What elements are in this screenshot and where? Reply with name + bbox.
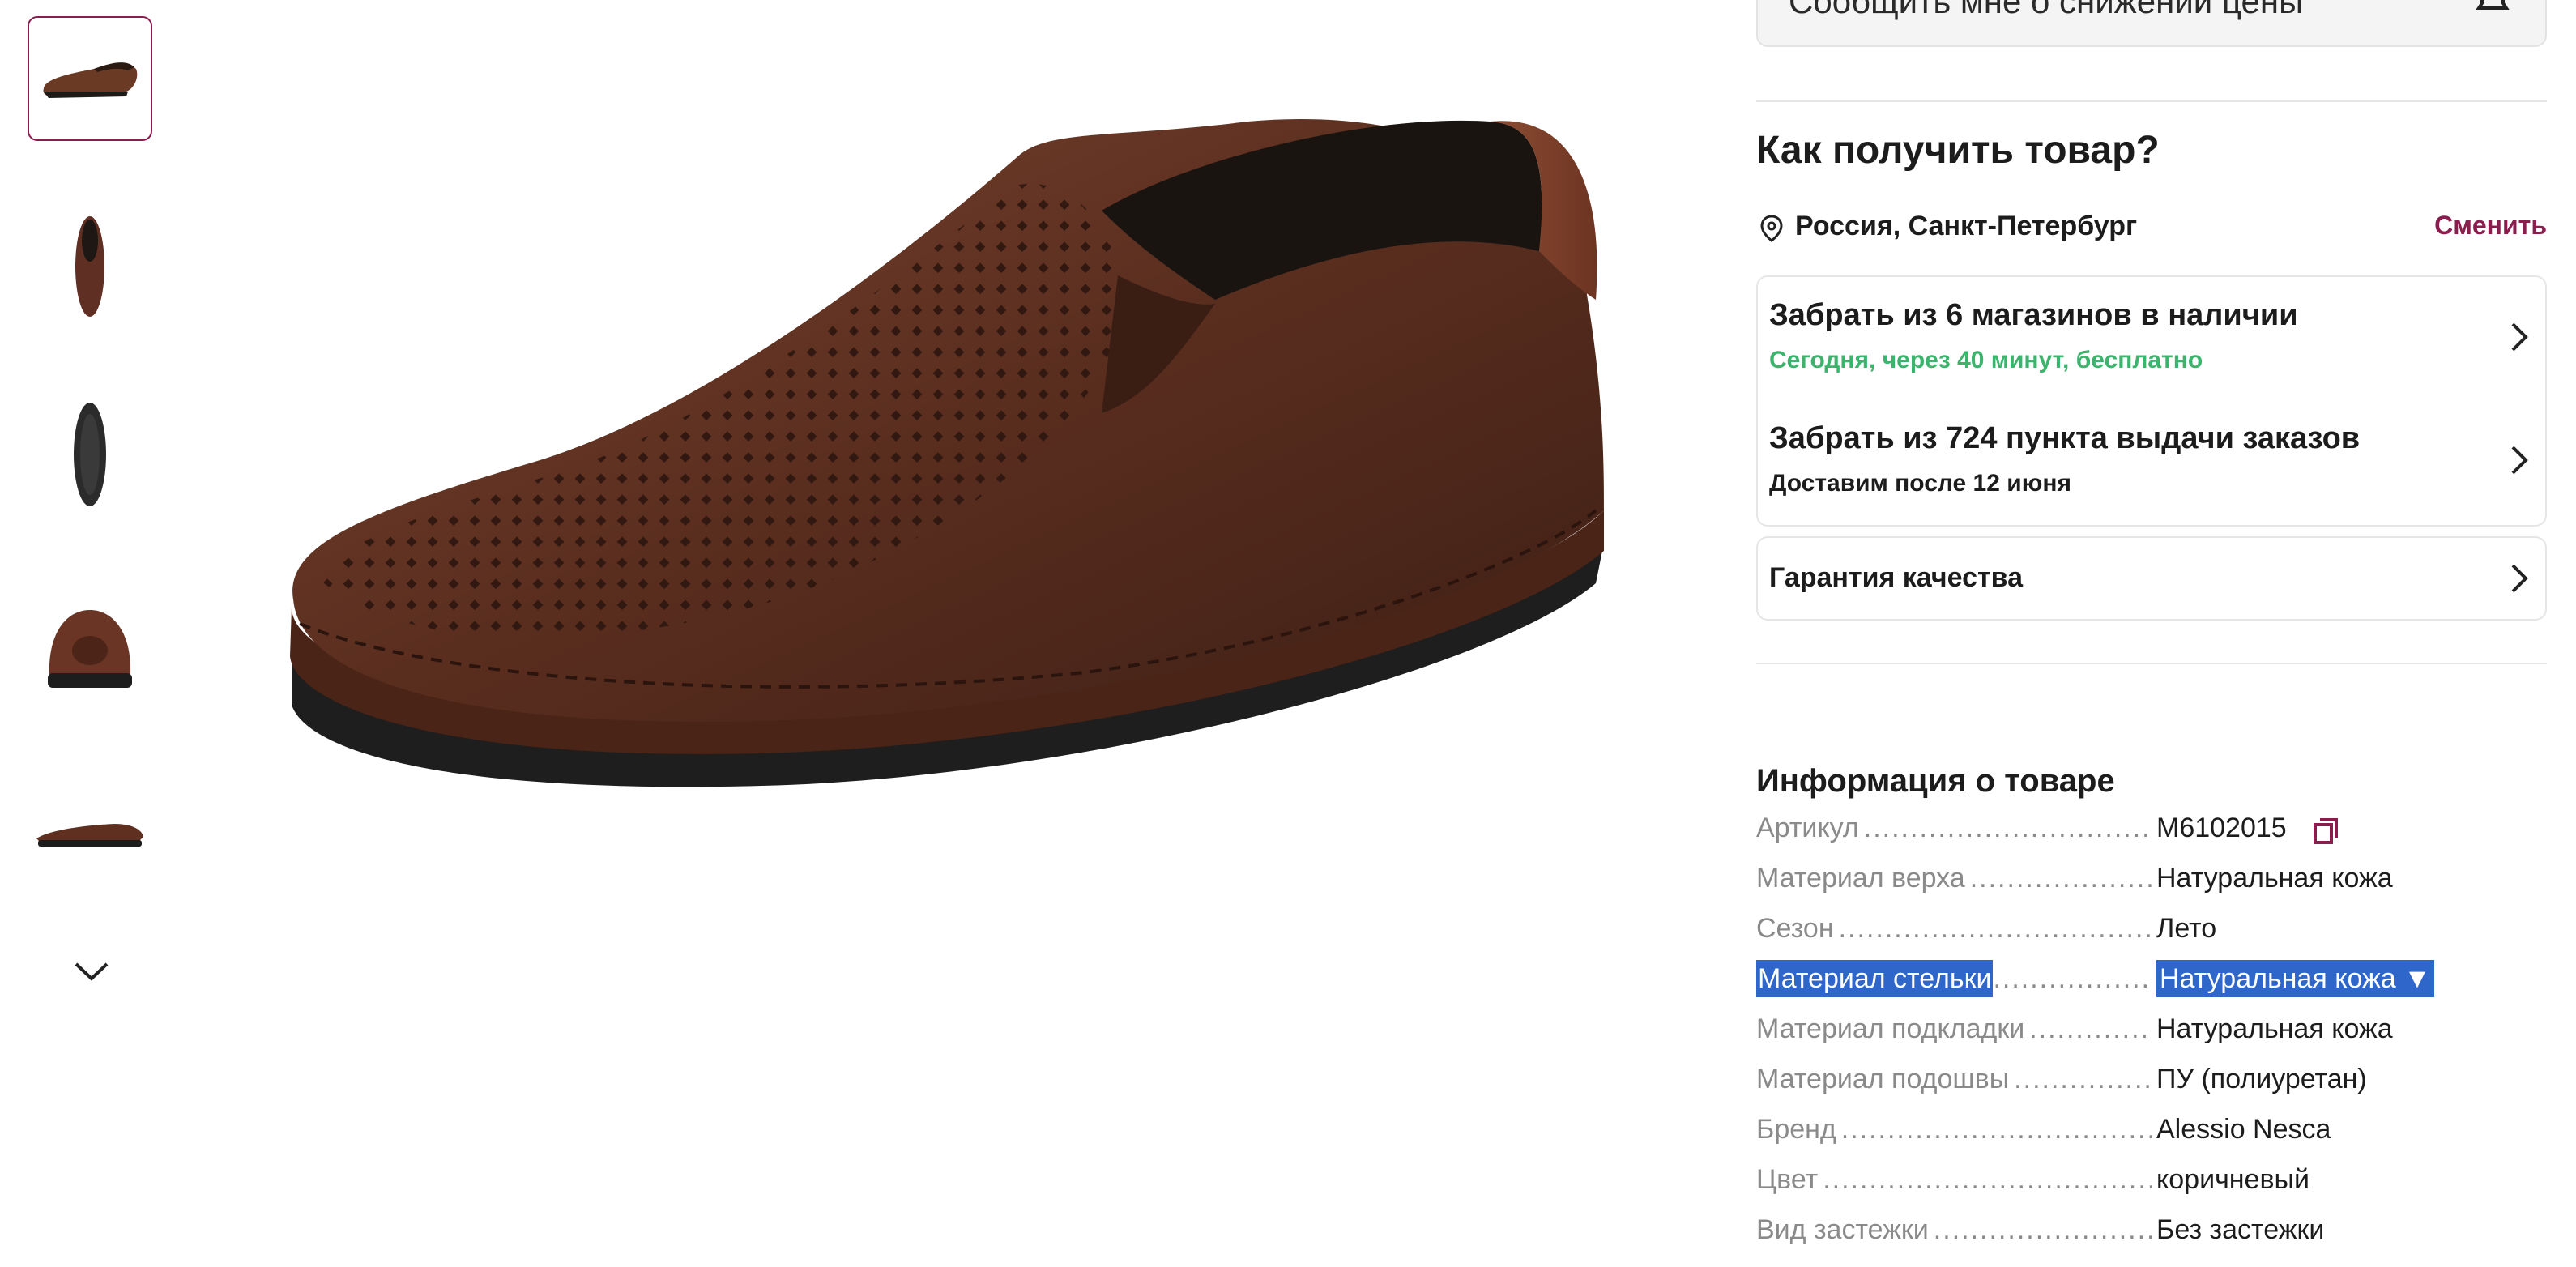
pickup-stores-title: Забрать из 6 магазинов в наличии (1769, 298, 2298, 332)
quality-guarantee-label: Гарантия качества (1769, 562, 2023, 593)
spec-key: Артикул.................................… (1756, 813, 2152, 843)
bell-icon (2476, 0, 2510, 10)
spec-row-color: Цвет....................................… (1756, 1155, 2547, 1204)
spec-row-brand: Бренд...................................… (1756, 1105, 2547, 1154)
thumbnail-1[interactable] (28, 16, 152, 141)
spec-row-article: Артикул.................................… (1756, 804, 2547, 852)
pickup-stores-subtitle: Сегодня, через 40 минут, бесплатно (1769, 347, 2203, 373)
product-info-heading: Информация о товаре (1756, 763, 2115, 799)
spec-row-season: Сезон...................................… (1756, 904, 2547, 953)
divider (1756, 663, 2547, 664)
spec-key: Материал стельки........................… (1756, 954, 2152, 1003)
spec-value: Без застежки (2156, 1214, 2325, 1245)
chevron-down-icon (75, 962, 109, 981)
spec-key: Материал подкладки......................… (1756, 1013, 2152, 1044)
notify-price-drop-label: Сообщить мне о снижении цены (1789, 0, 2304, 20)
spec-value: Натуральная кожа ▼ (2156, 954, 2434, 1003)
spec-value: Alessio Nesca (2156, 1114, 2331, 1145)
spec-value: Лето (2156, 913, 2217, 944)
spec-key: Материал подошвы........................… (1756, 1064, 2152, 1094)
quality-guarantee-card[interactable]: Гарантия качества (1756, 536, 2547, 621)
spec-row-sole-material: Материал подошвы........................… (1756, 1055, 2547, 1103)
spec-key: Вид застежки............................… (1756, 1214, 2152, 1245)
spec-row-fastening: Вид застежки............................… (1756, 1205, 2547, 1254)
thumbnails-scroll-down[interactable] (63, 949, 120, 998)
chevron-right-icon (2511, 446, 2528, 475)
shoe-side-thumbnail-image (43, 62, 138, 98)
divider (1756, 100, 2547, 102)
spec-value: Натуральная кожа (2156, 1013, 2393, 1044)
pickup-points-option[interactable]: Забрать из 724 пункта выдачи заказов Дос… (1758, 400, 2545, 522)
spec-key: Цвет....................................… (1756, 1164, 2152, 1195)
spec-value: Натуральная кожа (2156, 863, 2393, 894)
spec-row-insole-material: Материал стельки........................… (1756, 954, 2547, 1003)
spec-value: M6102015 (2156, 813, 2287, 843)
spec-key: Материал верха..........................… (1756, 863, 2152, 894)
delivery-heading: Как получить товар? (1756, 129, 2160, 172)
spec-key: Сезон...................................… (1756, 913, 2152, 944)
pickup-points-title: Забрать из 724 пункта выдачи заказов (1769, 421, 2361, 455)
thumbnail-2[interactable] (28, 204, 152, 329)
spec-key: Бренд...................................… (1756, 1114, 2152, 1145)
notify-price-drop-button[interactable]: Сообщить мне о снижении цены (1756, 0, 2547, 47)
spec-value: коричневый (2156, 1164, 2309, 1195)
location-text: Россия, Санкт-Петербург (1795, 211, 2138, 241)
shoe-sole-thumbnail-image (74, 403, 106, 506)
spec-row-upper-material: Материал верха..........................… (1756, 854, 2547, 902)
pickup-points-subtitle: Доставим после 12 июня (1769, 470, 2071, 497)
shoe-main-image (290, 118, 1605, 787)
shoe-profile-thumbnail-image (36, 824, 143, 847)
main-product-image[interactable] (275, 89, 1644, 818)
chevron-right-icon (2511, 322, 2528, 352)
location-pin-icon (1760, 215, 1783, 242)
chevron-right-icon (2511, 564, 2528, 593)
copy-icon[interactable] (2310, 815, 2343, 847)
thumbnail-3[interactable] (28, 392, 152, 517)
pickup-stores-option[interactable]: Забрать из 6 магазинов в наличии Сегодня… (1758, 277, 2545, 399)
delivery-options-card: Забрать из 6 магазинов в наличии Сегодня… (1756, 275, 2547, 527)
shoe-top-thumbnail-image (75, 216, 104, 317)
spec-value: ПУ (полиуретан) (2156, 1064, 2367, 1094)
change-location-link[interactable]: Сменить (2434, 211, 2547, 241)
spec-row-lining-material: Материал подкладки......................… (1756, 1005, 2547, 1053)
location-row: Россия, Санкт-Петербург Сменить (1756, 209, 2547, 250)
shoe-back-thumbnail-image (48, 610, 132, 688)
thumbnail-5[interactable] (28, 768, 152, 893)
thumbnail-4[interactable] (28, 580, 152, 705)
